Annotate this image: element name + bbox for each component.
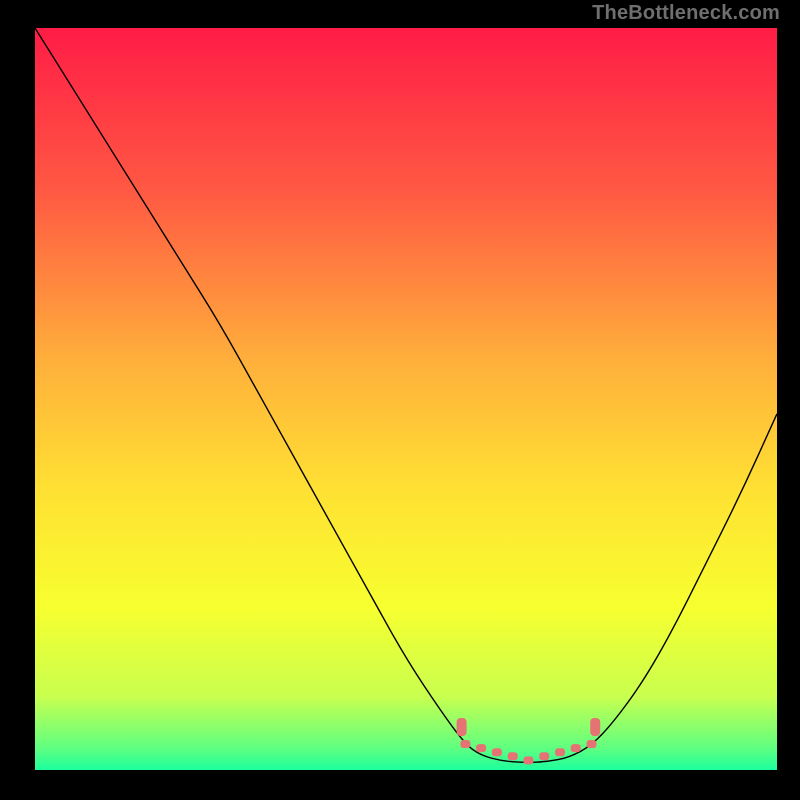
chart-container: TheBottleneck.com [0,0,800,800]
marker-dot [523,756,533,764]
marker-dot [460,740,470,748]
marker-cap-right [590,718,600,736]
plot-area [35,28,777,770]
watermark-text: TheBottleneck.com [592,2,780,25]
marker-dot [571,744,581,752]
marker-dot [508,752,518,760]
marker-cap-left [457,718,467,736]
bottleneck-chart [35,28,777,770]
marker-dot [492,748,502,756]
marker-dot [476,744,486,752]
marker-dot [555,748,565,756]
marker-dot [587,740,597,748]
marker-dot [539,752,549,760]
gradient-background [35,28,777,770]
